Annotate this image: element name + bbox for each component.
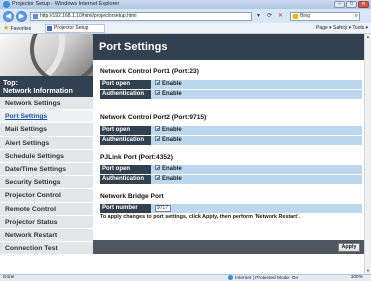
port-number-row: Port number 9717	[100, 204, 362, 213]
row-label: Authentication	[100, 175, 151, 184]
checkbox-label: Enable	[162, 166, 182, 172]
settings-form: Network Control Port1 (Port:23) Port ope…	[93, 60, 364, 246]
window-controls: – □ ✕	[334, 1, 369, 8]
row-label: Authentication	[100, 136, 151, 145]
sidebar-item-remote-control[interactable]: Remote Control	[0, 202, 93, 216]
status-text: Done	[3, 275, 15, 280]
section-title: PJLink Port (Port:4352)	[100, 154, 173, 161]
tab-label: Projector Setup	[54, 25, 89, 31]
sidebar-item-mail-settings[interactable]: Mail Settings	[0, 123, 93, 137]
port1-open-checkbox[interactable]	[155, 79, 160, 85]
port-open-row: Port open Enable	[100, 79, 362, 89]
vertical-scrollbar[interactable]: ▲ ▼	[364, 34, 371, 274]
bing-icon	[293, 14, 298, 19]
scroll-up-icon[interactable]: ▲	[365, 34, 371, 40]
minimize-button[interactable]: –	[334, 1, 345, 8]
search-icon[interactable]: ⌕	[355, 13, 358, 20]
row-value: Enable	[152, 174, 182, 184]
row-value: Enable	[152, 135, 182, 145]
checkbox-label: Enable	[162, 91, 182, 97]
page-icon	[33, 14, 38, 19]
row-value: Enable	[152, 164, 182, 174]
port2-open-checkbox[interactable]	[155, 125, 160, 131]
row-label: Port open	[100, 165, 151, 174]
row-label: Port number	[100, 204, 151, 213]
title-bar: Projector Setup - Windows Internet Explo…	[0, 0, 371, 9]
port2-auth-checkbox[interactable]	[155, 135, 160, 141]
apply-bar: Apply	[93, 240, 364, 254]
section-title: Network Control Port2 (Port:9715)	[100, 114, 207, 121]
address-tools: ▾ ⟳ ✕	[254, 12, 285, 21]
sidebar-item-port-settings[interactable]: Port Settings	[0, 110, 93, 124]
topic-line2: Network Information	[3, 86, 73, 95]
star-icon: ★	[3, 25, 10, 32]
pjlink-open-checkbox[interactable]	[155, 164, 160, 170]
url-input[interactable]: http://192.168.1.10/html/projectorsetup.…	[30, 12, 252, 21]
tab-page-icon	[47, 26, 52, 31]
command-bar[interactable]: Page ▾ Safety ▾ Tools ▾	[316, 23, 368, 34]
sidebar-item-datetime-settings[interactable]: Date/Time Settings	[0, 162, 93, 177]
section-title: Network Control Port1 (Port:23)	[100, 68, 199, 75]
favorites-bar: ★ Favorites Projector Setup Page ▾ Safet…	[0, 23, 371, 34]
stop-icon[interactable]: ✕	[276, 12, 285, 21]
authentication-row: Authentication Enable	[100, 89, 362, 99]
row-value: Enable	[152, 79, 182, 89]
url-text: http://192.168.1.10/html/projectorsetup.…	[40, 13, 137, 19]
row-label: Authentication	[100, 90, 151, 99]
browser-window: Projector Setup - Windows Internet Explo…	[0, 0, 371, 281]
port1-auth-checkbox[interactable]	[155, 89, 160, 95]
zone-text: Internet | Protected Mode: On	[235, 275, 299, 281]
authentication-row: Authentication Enable	[100, 135, 362, 145]
back-button[interactable]: ◀	[3, 11, 14, 22]
row-value: Enable	[152, 89, 182, 99]
port-number-input[interactable]: 9717	[155, 205, 171, 212]
apply-button[interactable]: Apply	[338, 243, 360, 252]
checkbox-label: Enable	[162, 137, 182, 143]
main-panel: Port Settings Network Control Port1 (Por…	[93, 34, 364, 274]
sidebar-item-security-settings[interactable]: Security Settings	[0, 176, 93, 190]
address-bar-row: ◀ ▶ http://192.168.1.10/html/projectorse…	[0, 9, 371, 23]
section-title: Network Bridge Port	[100, 193, 164, 200]
port-open-row: Port open Enable	[100, 164, 362, 174]
sidebar-item-projector-status[interactable]: Projector Status	[0, 215, 93, 229]
search-input[interactable]: Bing ⌕	[290, 12, 360, 21]
page-content: Top: Network Information Network Setting…	[0, 34, 364, 274]
apply-note: To apply changes to port settings, click…	[100, 214, 300, 220]
sidebar-item-alert-settings[interactable]: Alert Settings	[0, 136, 93, 150]
logo-arc	[30, 34, 93, 76]
favorites-label: Favorites	[10, 26, 32, 32]
checkbox-label: Enable	[162, 176, 182, 182]
sidebar-top-link[interactable]: Top: Network Information	[0, 76, 93, 97]
checkbox-label: Enable	[162, 127, 182, 133]
status-bar: Done Internet | Protected Mode: On 100%	[0, 274, 371, 281]
sidebar-item-schedule-settings[interactable]: Schedule Settings	[0, 149, 93, 163]
tab-projector-setup[interactable]: Projector Setup	[45, 24, 105, 33]
row-label: Port open	[100, 126, 151, 135]
security-zone: Internet | Protected Mode: On	[228, 275, 298, 281]
port-open-row: Port open Enable	[100, 125, 362, 135]
forward-button[interactable]: ▶	[16, 11, 27, 22]
ie-logo-icon	[3, 1, 10, 8]
sidebar-item-network-restart[interactable]: Network Restart	[0, 228, 93, 243]
sidebar-item-connection-test[interactable]: Connection Test	[0, 242, 93, 256]
globe-icon	[228, 275, 233, 280]
sidebar-item-network-settings[interactable]: Network Settings	[0, 97, 93, 111]
window-title: Projector Setup - Windows Internet Explo…	[12, 1, 120, 7]
search-placeholder: Bing	[300, 13, 311, 19]
close-button[interactable]: ✕	[358, 1, 369, 8]
dropdown-icon[interactable]: ▾	[254, 12, 263, 21]
row-label: Port open	[100, 80, 151, 89]
sidebar-item-projector-control[interactable]: Projector Control	[0, 189, 93, 203]
checkbox-label: Enable	[162, 81, 182, 87]
page-title: Port Settings	[93, 34, 364, 60]
maximize-button[interactable]: □	[346, 1, 357, 8]
refresh-icon[interactable]: ⟳	[265, 12, 274, 21]
row-value: Enable	[152, 125, 182, 135]
logo	[0, 34, 93, 76]
sidebar-menu: Network Settings Port Settings Mail Sett…	[0, 97, 93, 256]
pjlink-auth-checkbox[interactable]	[155, 174, 160, 180]
sidebar: Top: Network Information Network Setting…	[0, 34, 93, 274]
authentication-row: Authentication Enable	[100, 174, 362, 184]
zoom-level[interactable]: 100%	[351, 275, 363, 281]
